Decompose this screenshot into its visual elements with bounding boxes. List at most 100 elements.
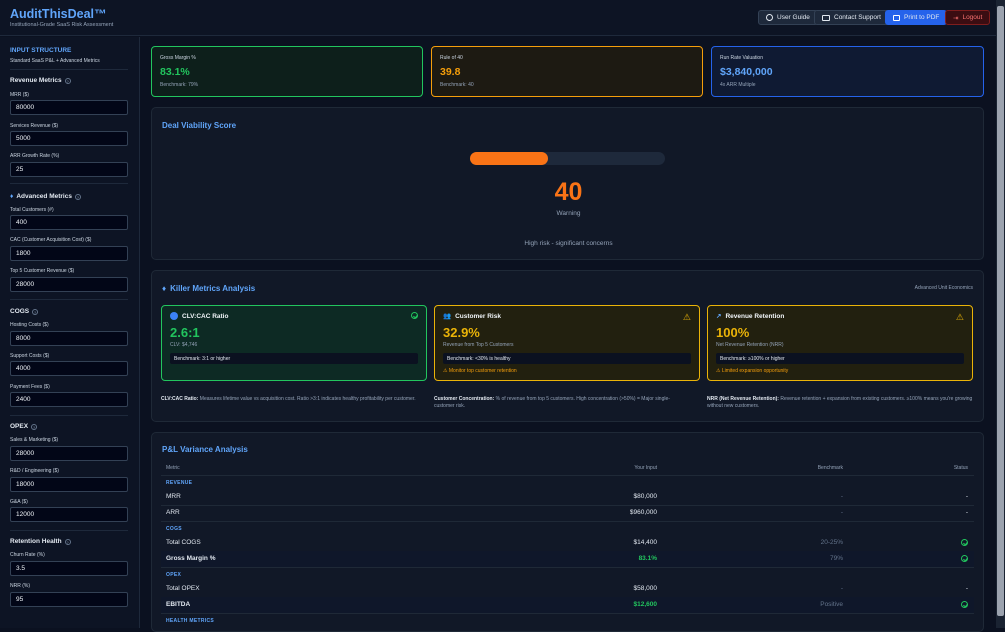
printer-icon [893,14,900,21]
scrollbar-thumb[interactable] [997,6,1004,616]
churn-rate-input[interactable]: 3.5 [10,561,128,576]
total-customers-label: Total Customers (#) [10,207,54,213]
contact-support-label: Contact Support [834,14,881,21]
divider [10,530,128,531]
deal-viability-title: Deal Viability Score [162,121,237,130]
card-subtitle: Net Revenue Retention (NRR) [716,342,784,348]
services-revenue-input[interactable]: 5000 [10,131,128,146]
check-circle-icon [961,601,968,608]
section-revenue: REVENUE [166,480,193,486]
help-icon[interactable]: ? [32,308,39,315]
print-pdf-label: Print to PDF [904,14,940,21]
cac-input[interactable]: 1800 [10,246,128,261]
divider [161,567,974,568]
card-subtitle: Revenue from Top 5 Customers [443,342,514,348]
viability-progress-fill [470,152,548,165]
support-costs-input[interactable]: 4000 [10,361,128,376]
kpi-value: 39.8 [440,66,461,78]
customer-risk-card: 👥 Customer Risk ⚠ 32.9% Revenue from Top … [434,305,700,381]
contact-support-button[interactable]: Contact Support [814,10,889,25]
sidebar: INPUT STRUCTURE Standard SaaS P&L + Adva… [0,37,140,628]
help-icon[interactable]: ? [74,193,81,200]
input-structure-title: INPUT STRUCTURE [10,47,72,54]
user-guide-label: User Guide [777,14,810,21]
card-title: CLV:CAC Ratio [182,312,229,320]
col-metric: Metric [166,465,180,471]
payment-fees-label: Payment Fees ($) [10,384,50,390]
opex-heading: OPEX? [10,423,38,430]
rd-engineering-input[interactable]: 18000 [10,477,128,492]
rd-engineering-label: R&D / Engineering ($) [10,468,59,474]
kpi-value: 83.1% [160,66,190,78]
table-row: ARR $960,000- - [166,509,968,516]
section-cogs: COGS [166,526,182,532]
viability-score: 40 [554,178,583,206]
mail-icon [822,14,830,21]
deal-viability-panel: Deal Viability Score 40 Warning High ris… [151,107,984,260]
print-pdf-button[interactable]: Print to PDF [885,10,948,25]
total-customers-input[interactable]: 400 [10,215,128,230]
diamond-icon: ♦ [162,284,167,293]
help-icon[interactable]: ? [31,423,38,430]
app-title: AuditThisDeal™ [10,7,107,21]
top-bar: AuditThisDeal™ Institutional-Grade SaaS … [0,0,996,36]
arr-growth-input[interactable]: 25 [10,162,128,177]
nrr-input[interactable]: 95 [10,592,128,607]
note-clv-cac: CLV:CAC Ratio: Measures lifetime value v… [161,396,416,402]
revenue-metrics-heading: Revenue Metrics? [10,77,71,84]
card-benchmark: Benchmark: <30% is healthy [443,353,691,364]
nrr-label: NRR (%) [10,583,30,589]
kpi-benchmark: Benchmark: 79% [160,82,199,88]
check-circle-icon [411,312,418,319]
help-icon[interactable]: ? [64,538,71,545]
page-scrollbar[interactable] [996,0,1005,628]
help-icon[interactable]: ? [64,77,71,84]
top5-revenue-label: Top 5 Customer Revenue ($) [10,268,75,274]
col-status: Status [953,465,968,471]
kpi-benchmark: 4x ARR Multiple [720,82,756,88]
churn-rate-label: Churn Rate (%) [10,552,45,558]
user-guide-button[interactable]: User Guide [758,10,818,25]
users-icon: 👥 [443,313,452,320]
payment-fees-input[interactable]: 2400 [10,392,128,407]
logout-label: Logout [962,14,983,21]
ga-input[interactable]: 12000 [10,507,128,522]
card-title: Revenue Retention [725,312,785,320]
top5-revenue-input[interactable]: 28000 [10,277,128,292]
clv-cac-card: CLV:CAC Ratio 2.6:1 CLV: $4,746 Benchmar… [161,305,427,381]
col-input: Your Input [634,465,657,471]
kpi-rule-of-40: Rule of 40 39.8 Benchmark: 40 [431,46,703,97]
card-value: 2.6:1 [170,325,200,340]
advanced-metrics-heading: ♦ Advanced Metrics? [10,193,81,200]
viability-message: High risk - significant concerns [524,240,613,247]
table-row: MRR $80,000- - [166,493,968,500]
mrr-input[interactable]: 80000 [10,100,128,115]
cogs-heading: COGS? [10,308,39,315]
help-circle-icon [766,14,773,21]
kpi-run-rate-valuation: Run Rate Valuation $3,840,000 4x ARR Mul… [711,46,984,97]
divider [161,521,974,522]
advanced-unit-economics-label: Advanced Unit Economics [914,285,973,291]
table-row: Total COGS $14,400 20-25% [161,535,974,551]
arr-growth-label: ARR Growth Rate (%) [10,153,60,159]
services-revenue-label: Services Revenue ($) [10,123,59,129]
diamond-icon: ♦ [10,193,14,200]
revenue-retention-card: ↗ Revenue Retention ⚠ 100% Net Revenue Re… [707,305,973,381]
hosting-costs-input[interactable]: 8000 [10,331,128,346]
retention-health-heading: Retention Health? [10,538,71,545]
col-benchmark: Benchmark [817,465,843,471]
card-subtitle: CLV: $4,746 [170,342,198,348]
sales-marketing-input[interactable]: 28000 [10,446,128,461]
divider [161,475,974,476]
hosting-costs-label: Hosting Costs ($) [10,322,49,328]
kpi-label: Rule of 40 [440,55,463,61]
logout-button[interactable]: ⇥ Logout [945,10,991,25]
card-value: 100% [716,325,750,340]
card-title: Customer Risk [455,312,501,320]
kpi-gross-margin: Gross Margin % 83.1% Benchmark: 79% [151,46,423,97]
logout-icon: ⇥ [953,14,959,22]
viability-status: Warning [556,210,581,217]
kpi-label: Run Rate Valuation [720,55,763,61]
input-structure-subtitle: Standard SaaS P&L + Advanced Metrics [10,58,100,64]
table-row: EBITDA $12,600 Positive [161,597,974,613]
